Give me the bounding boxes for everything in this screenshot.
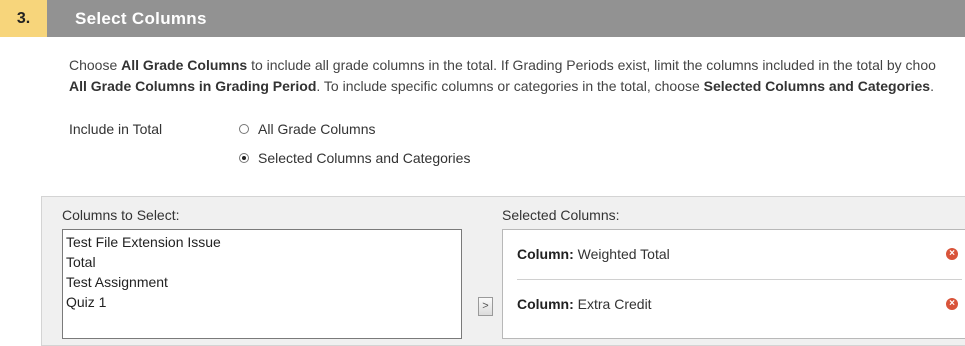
radio-selected-columns-and-categories[interactable]: Selected Columns and Categories xyxy=(239,150,470,166)
include-in-total-label: Include in Total xyxy=(69,121,163,137)
radio-button-icon[interactable] xyxy=(239,124,249,134)
step-number: 3. xyxy=(0,0,47,37)
selected-column-name: Weighted Total xyxy=(577,246,670,262)
instructions-emphasis: All Grade Columns in Grading Period xyxy=(69,78,317,94)
instructions-emphasis: All Grade Columns xyxy=(121,57,248,73)
instructions-text: . To include specific columns or categor… xyxy=(316,78,704,94)
radio-label: Selected Columns and Categories xyxy=(258,150,471,166)
instructions-emphasis: Selected Columns and Categories xyxy=(703,78,931,94)
list-item[interactable]: Test File Extension Issue xyxy=(66,232,461,252)
instructions-text: Choose xyxy=(69,57,122,73)
radio-button-checked-icon[interactable] xyxy=(239,153,249,163)
remove-icon[interactable]: × xyxy=(946,248,958,260)
selected-columns-label: Selected Columns: xyxy=(502,207,620,223)
radio-all-grade-columns[interactable]: All Grade Columns xyxy=(239,121,376,137)
selected-column-item: Column: Extra Credit × xyxy=(517,280,962,329)
instructions: Choose All Grade Columns to include all … xyxy=(69,55,965,97)
instructions-text: to include all grade columns in the tota… xyxy=(247,57,936,73)
instructions-line-1: Choose All Grade Columns to include all … xyxy=(69,55,965,76)
list-item[interactable]: Test Assignment xyxy=(66,272,461,292)
selected-column-prefix: Column: xyxy=(517,296,574,312)
selected-columns-list: Column: Weighted Total × Column: Extra C… xyxy=(502,229,965,339)
list-item[interactable]: Quiz 1 xyxy=(66,292,461,312)
columns-to-select-label: Columns to Select: xyxy=(62,207,180,223)
radio-label: All Grade Columns xyxy=(258,121,376,137)
step-title: Select Columns xyxy=(75,9,207,28)
selected-column-prefix: Column: xyxy=(517,246,574,262)
move-right-button[interactable]: > xyxy=(478,297,493,316)
remove-icon[interactable]: × xyxy=(946,298,958,310)
selected-column-item: Column: Weighted Total × xyxy=(517,230,962,280)
list-item[interactable]: Total xyxy=(66,252,461,272)
columns-to-select-listbox[interactable]: Test File Extension Issue Total Test Ass… xyxy=(62,229,462,339)
selected-column-name: Extra Credit xyxy=(577,296,652,312)
instructions-text: . xyxy=(930,78,934,94)
instructions-line-2: All Grade Columns in Grading Period. To … xyxy=(69,76,965,97)
